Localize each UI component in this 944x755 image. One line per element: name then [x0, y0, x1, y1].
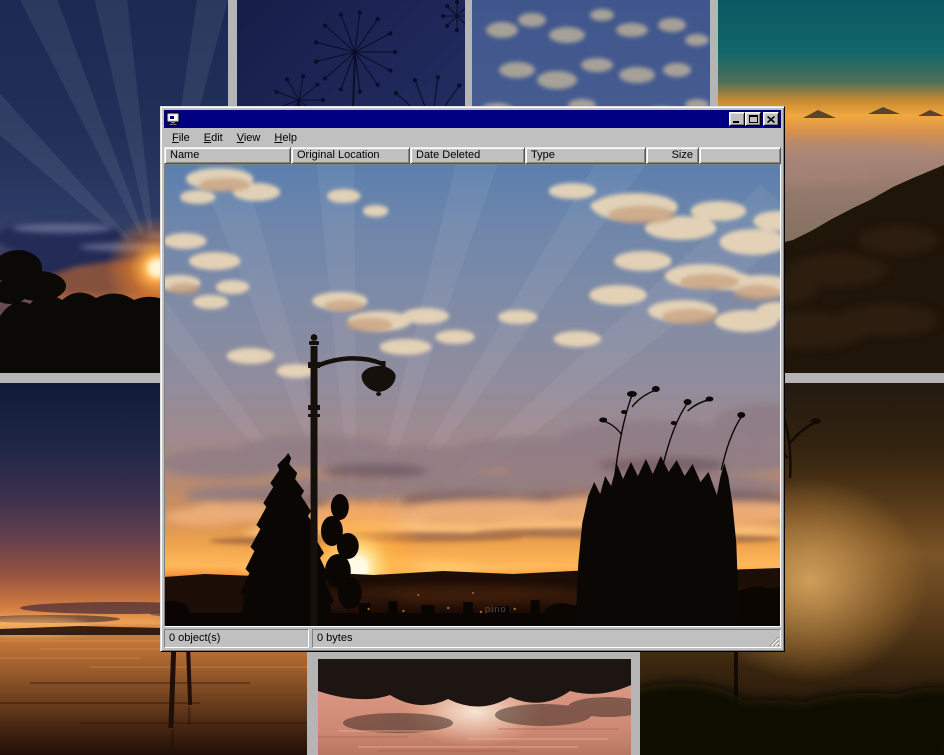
- menu-file[interactable]: File: [165, 130, 197, 146]
- maximize-icon: [749, 115, 758, 123]
- water-dark-streaks: [0, 683, 307, 723]
- window-controls: [729, 112, 779, 126]
- column-header-name[interactable]: Name: [164, 147, 291, 164]
- umbel-flower: [315, 11, 397, 94]
- column-header-size[interactable]: Size: [646, 147, 699, 164]
- minimize-icon: [733, 116, 741, 123]
- column-header-filler[interactable]: [699, 147, 781, 164]
- column-headers: Name Original Location Date Deleted Type…: [164, 147, 781, 164]
- recycle-bin-window: File Edit View Help Name Original Locati…: [160, 106, 785, 652]
- minimize-button[interactable]: [729, 112, 745, 126]
- blurry-foliage: [640, 683, 944, 755]
- menu-help[interactable]: Help: [267, 130, 304, 146]
- menu-view[interactable]: View: [230, 130, 268, 146]
- sunset-photo: pino: [165, 165, 780, 626]
- ripples-light: [338, 731, 608, 747]
- column-header-original-location[interactable]: Original Location: [291, 147, 410, 164]
- status-object-count: 0 object(s): [164, 629, 309, 648]
- photo-watermark: pino: [485, 604, 507, 615]
- status-object-count-text: 0 object(s): [169, 632, 220, 644]
- close-icon: [767, 116, 775, 123]
- maximize-button[interactable]: [745, 112, 761, 126]
- resize-grip[interactable]: [767, 634, 780, 647]
- menu-bar: File Edit View Help: [164, 128, 781, 147]
- status-size: 0 bytes: [312, 629, 781, 648]
- file-list-area[interactable]: pino: [164, 164, 781, 627]
- menu-edit[interactable]: Edit: [197, 130, 230, 146]
- column-header-date-deleted[interactable]: Date Deleted: [410, 147, 525, 164]
- column-header-type[interactable]: Type: [525, 147, 646, 164]
- close-button[interactable]: [763, 112, 779, 126]
- status-bar: 0 object(s) 0 bytes: [164, 629, 781, 648]
- umbel-flower: [441, 0, 465, 31]
- computer-icon: [166, 112, 180, 126]
- wallpaper-photo-water-reflection: [318, 659, 631, 755]
- titlebar[interactable]: [164, 110, 781, 128]
- status-size-text: 0 bytes: [317, 632, 352, 644]
